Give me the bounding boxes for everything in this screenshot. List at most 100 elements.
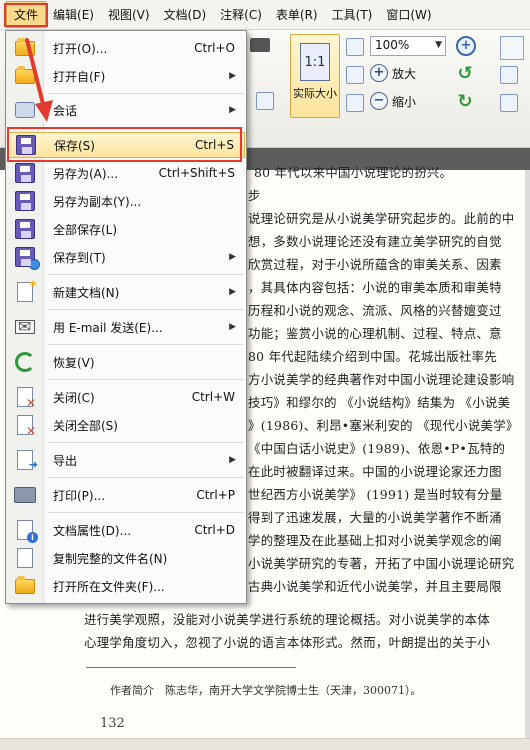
menu-separator [48, 127, 244, 128]
menu-item-restore[interactable]: 恢复(V) [7, 349, 245, 375]
menu-item-label: 关闭(C) [53, 390, 95, 405]
chevron-down-icon: ▼ [435, 40, 442, 50]
menu-item-save-all[interactable]: 全部保存(L) [7, 216, 245, 242]
session-icon [13, 99, 37, 121]
menu-item-email[interactable]: 用 E-mail 发送(E)... ▶ [7, 314, 245, 340]
menu-item-shortcut: Ctrl+W [191, 390, 235, 404]
vertical-scrollbar[interactable] [525, 170, 530, 738]
footnote-rule [86, 667, 296, 668]
menu-item-label: 文档属性(D)... [53, 523, 132, 538]
select-tool-icon[interactable] [500, 36, 524, 60]
doc-line: 想，多数小说理论还没有建立美学研究的自觉 [248, 234, 502, 249]
doc-line: 进行美学观照，没能对小说美学进行系统的理论概括。对小说美学的本体 [84, 612, 491, 627]
menu-item-session[interactable]: 会话 ▶ [7, 97, 245, 123]
menu-separator [48, 379, 244, 380]
zoom-out-icon: − [370, 92, 388, 110]
menu-item-save-to[interactable]: 保存到(T) ▶ [7, 244, 245, 270]
save-as-icon [13, 162, 37, 184]
menu-item-open-from[interactable]: 打开自(F) ▶ [7, 63, 245, 89]
menu-item-shortcut: Ctrl+D [194, 523, 235, 537]
doc-line: 功能；鉴赏小说的心理机制、过程、特点、意 [248, 326, 502, 341]
doc-line: 小说美学研究的专著，开拓了中国小说理论研究 [248, 556, 515, 571]
doc-line: 方小说美学的经典著作对中国小说理论建设影响 [248, 372, 515, 387]
open-folder-icon [13, 37, 37, 59]
menu-item-label: 复制完整的文件名(N) [53, 551, 168, 566]
doc-line: 步 [248, 188, 261, 203]
typewriter-icon[interactable] [500, 66, 518, 84]
menu-item-save-as[interactable]: 另存为(A)... Ctrl+Shift+S [7, 160, 245, 186]
zoom-out-label: 缩小 [392, 94, 417, 109]
menu-separator [48, 93, 244, 94]
menu-form[interactable]: 表单(R) [269, 2, 325, 27]
document-properties-icon: i [13, 519, 38, 543]
menu-item-copy-filename[interactable]: 复制完整的文件名(N) [7, 545, 245, 571]
rotate-left-icon[interactable]: ↺ [455, 64, 475, 84]
menu-separator [48, 344, 244, 345]
fit-width-icon[interactable] [346, 66, 364, 84]
menu-item-label: 保存到(T) [53, 250, 106, 265]
doc-line: 80 年代起陆续介绍到中国。花城出版社率先 [248, 349, 498, 364]
menu-separator [48, 309, 244, 310]
menu-item-open[interactable]: 打开(O)... Ctrl+O [7, 35, 245, 61]
zoom-in-button[interactable]: + 放大 [370, 64, 416, 82]
menu-item-label: 另存为(A)... [53, 166, 119, 181]
new-document-icon: ✶ [13, 277, 38, 303]
menu-item-save[interactable]: 保存(S) Ctrl+S [7, 132, 245, 158]
menu-item-label: 关闭全部(S) [53, 418, 118, 433]
menu-item-new-document[interactable]: ✶ 新建文档(N) ▶ [7, 277, 245, 305]
fit-visible-icon[interactable] [346, 94, 364, 112]
menu-separator [48, 274, 244, 275]
menu-document[interactable]: 文档(D) [157, 2, 214, 27]
menu-item-save-copy[interactable]: 另存为副本(Y)... [7, 188, 245, 214]
menu-item-document-properties[interactable]: i 文档属性(D)... Ctrl+D [7, 517, 245, 543]
menu-file[interactable]: 文件 [6, 1, 47, 28]
menu-view[interactable]: 视图(V) [101, 2, 157, 27]
rotate-right-icon[interactable]: ↻ [455, 92, 475, 112]
menu-item-close[interactable]: ✕ 关闭(C) Ctrl+W [7, 384, 245, 410]
menu-item-export[interactable]: ➜ 导出 ▶ [7, 447, 245, 473]
text-viewer-icon[interactable] [500, 94, 518, 112]
doc-line: 世纪西方小说美学》 (1991) 是当时较有分量 [248, 487, 503, 502]
menu-item-open-containing-folder[interactable]: 打开所在文件夹(F)... [7, 573, 245, 599]
doc-line: 古典小说美学和近代小说美学，并且主要局限 [248, 579, 502, 594]
zoom-select[interactable]: 100% ▼ [370, 36, 446, 56]
hand-tool-icon[interactable] [256, 92, 274, 110]
menu-item-label: 恢复(V) [53, 355, 95, 370]
menu-item-shortcut: Ctrl+O [194, 41, 235, 55]
actual-size-button[interactable]: 1:1 实际大小 [290, 34, 340, 118]
magnifier-icon[interactable]: + [456, 36, 476, 56]
menu-item-label: 新建文档(N) [53, 285, 120, 300]
doc-line: 在此时被翻译过来。中国的小说理论家还力图 [248, 464, 502, 479]
menu-item-close-all[interactable]: ✕ 关闭全部(S) [7, 412, 245, 438]
save-copy-icon [13, 190, 37, 212]
menu-tools[interactable]: 工具(T) [325, 2, 380, 27]
menu-separator [48, 477, 244, 478]
menu-item-label: 保存(S) [54, 138, 95, 153]
menu-item-shortcut: Ctrl+S [194, 138, 234, 152]
menu-item-label: 另存为副本(Y)... [53, 194, 142, 209]
file-menu-dropdown: 打开(O)... Ctrl+O 打开自(F) ▶ 会话 ▶ 保存(S) Ctrl… [5, 30, 247, 604]
zoom-in-label: 放大 [392, 66, 417, 81]
save-all-icon [13, 218, 37, 240]
submenu-arrow-icon: ▶ [229, 287, 236, 297]
zoom-out-button[interactable]: − 缩小 [370, 92, 416, 110]
doc-line: 历程和小说的观念、流派、风格的兴替嬗变过 [248, 303, 502, 318]
actual-size-label: 实际大小 [293, 87, 337, 100]
open-from-folder-icon [13, 65, 37, 87]
doc-line: 80 年代以来中国小说理论的扮兴。 [254, 165, 453, 180]
doc-line: 得到了迅速发展，大量的小说美学著作不断涌 [248, 510, 502, 525]
menu-item-label: 打印(P)... [53, 488, 106, 503]
menu-item-label: 用 E-mail 发送(E)... [53, 320, 163, 335]
menu-item-shortcut: Ctrl+Shift+S [158, 166, 235, 180]
menu-comment[interactable]: 注释(C) [213, 2, 269, 27]
menu-separator [48, 442, 244, 443]
fit-page-icon[interactable] [346, 38, 364, 56]
snapshot-icon[interactable] [250, 38, 270, 52]
menu-window[interactable]: 窗口(W) [379, 2, 438, 27]
menu-edit[interactable]: 编辑(E) [46, 2, 101, 27]
author-note: 作者简介 陈志华，南开大学文学院博士生（天津，300071）。 [110, 684, 422, 697]
doc-line: 欣赏过程，对于小说所蕴含的审美关系、因素 [248, 257, 502, 272]
menu-item-shortcut: Ctrl+P [196, 488, 235, 502]
printer-icon [13, 484, 37, 506]
menu-item-print[interactable]: 打印(P)... Ctrl+P [7, 482, 245, 508]
